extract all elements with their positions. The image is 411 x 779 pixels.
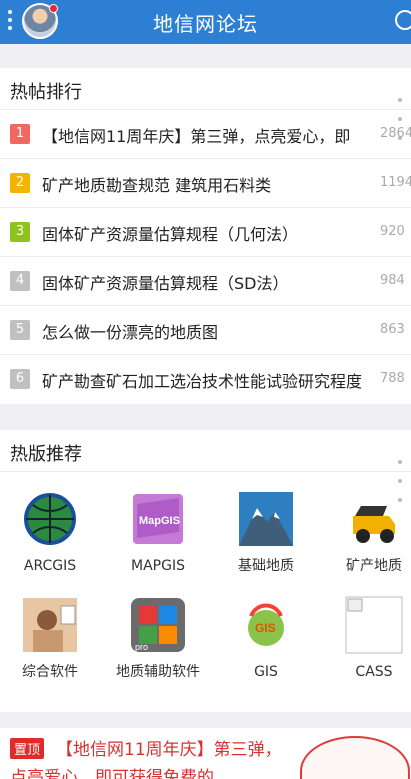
forums-header: 热版推荐 [0,430,411,502]
post-title: 固体矿产资源量估算规程（SD法） [42,274,289,293]
view-count: 984 [380,273,405,288]
view-count: 2864 [380,126,411,141]
forum-tile[interactable]: ARCGIS [0,490,100,574]
mapgis-icon: MapGIS [129,490,187,548]
forum-label: MAPGIS [131,558,185,574]
rank-badge: 5 [10,320,30,340]
forum-grid: ARCGIS MapGIS MAPGIS 基础地质 矿产地质综合软件 pro 地质辅助软件 G… [0,472,411,712]
svg-text:pro: pro [135,642,148,652]
forum-label: GIS [254,664,278,680]
hot-post-row[interactable]: 5 怎么做一份漂亮的地质图 863 [0,306,411,355]
pinned-thumbnail [300,736,410,779]
pinned-post[interactable]: 置顶 【地信网11周年庆】第三弹，点亮爱心，即可获得免费的 [0,728,411,779]
rank-badge: 6 [10,369,30,389]
post-title: 固体矿产资源量估算规程（几何法） [42,225,299,244]
svg-text:GIS: GIS [255,621,276,635]
view-count: 863 [380,322,405,337]
forum-label: 综合软件 [22,664,78,680]
hot-posts-header: 热帖排行 [0,68,411,140]
view-count: 920 [380,224,405,239]
forum-tile[interactable]: MapGIS MAPGIS [108,490,208,574]
rank-badge: 1 [10,124,30,144]
mountain-icon [237,490,295,548]
hot-posts-section: 热帖排行 1 【地信网11周年庆】第三弹，点亮爱心，即 2864 2 矿产地质勘查规范 … [0,68,411,404]
section-title: 热版推荐 [10,444,82,465]
forum-label: ARCGIS [23,558,77,574]
forum-label: 矿产地质 [346,558,402,574]
forum-tile[interactable]: 基础地质 [216,490,316,574]
post-title: 怎么做一份漂亮的地质图 [42,323,219,342]
view-count: 1194 [380,175,411,190]
mining-truck-icon [345,490,403,548]
office-icon: pro [129,596,187,654]
search-icon[interactable] [395,10,411,30]
forum-tile[interactable]: 综合软件 [0,596,100,680]
gis-icon: GIS [237,596,295,654]
post-title: 矿产地质勘查规范 建筑用石料类 [42,176,272,195]
forums-section: 热版推荐 ARCGIS MapGIS MAPGIS 基础地质 矿产地质综合软件 pro 地质… [0,430,411,712]
svg-text:MapGIS: MapGIS [139,515,180,527]
forum-label: CASS [355,664,393,680]
forum-tile[interactable]: pro 地质辅助软件 [108,596,208,680]
app-header: 地信网论坛 [0,0,411,44]
hot-post-row[interactable]: 1 【地信网11周年庆】第三弹，点亮爱心，即 2864 [0,110,411,159]
broken-image-icon [345,596,403,654]
post-title: 【地信网11周年庆】第三弹，点亮爱心，即 [42,127,351,146]
forum-label: 地质辅助软件 [116,664,200,680]
view-count: 788 [380,371,405,386]
hot-list: 1 【地信网11周年庆】第三弹，点亮爱心，即 2864 2 矿产地质勘查规范 建筑用石料… [0,110,411,404]
rank-badge: 4 [10,271,30,291]
post-title: 矿产勘查矿石加工选冶技术性能试验研究程度 [42,372,363,391]
forum-tile[interactable]: CASS [324,596,411,680]
hot-post-row[interactable]: 2 矿产地质勘查规范 建筑用石料类 1194 [0,159,411,208]
rank-badge: 3 [10,222,30,242]
page-title: 地信网论坛 [153,12,258,36]
forum-tile[interactable]: 矿产地质 [324,490,411,574]
forum-label: 基础地质 [238,558,294,574]
pinned-title: 【地信网11周年庆】第三弹，点亮爱心，即可获得免费的 [10,740,282,779]
photo-icon [21,596,79,654]
section-title: 热帖排行 [10,82,82,103]
forum-tile[interactable]: GIS GIS [216,596,316,680]
globe-icon [21,490,79,548]
hot-post-row[interactable]: 3 固体矿产资源量估算规程（几何法） 920 [0,208,411,257]
hot-post-row[interactable]: 4 固体矿产资源量估算规程（SD法） 984 [0,257,411,306]
rank-badge: 2 [10,173,30,193]
hot-post-row[interactable]: 6 矿产勘查矿石加工选冶技术性能试验研究程度 788 [0,355,411,404]
